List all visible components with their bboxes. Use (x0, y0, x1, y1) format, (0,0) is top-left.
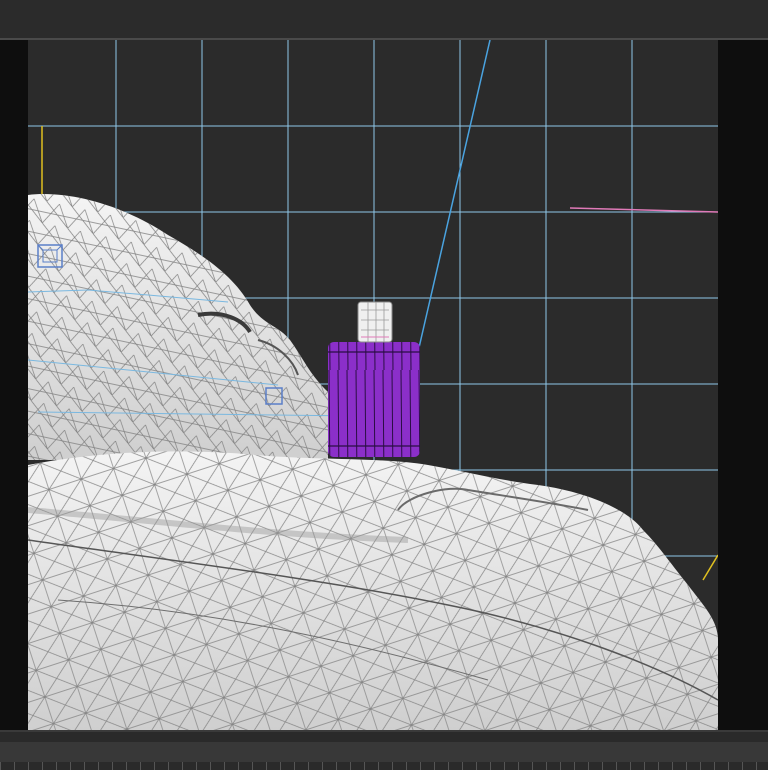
3d-viewport[interactable] (28, 40, 718, 730)
app-window (0, 0, 768, 770)
timeline-track[interactable] (0, 742, 768, 762)
bottle-cap[interactable] (357, 301, 393, 343)
timeline-ticks (0, 762, 768, 770)
timeline-bar[interactable] (0, 730, 768, 770)
viewport-canvas[interactable] (28, 40, 718, 730)
left-viewport-border (0, 40, 28, 730)
top-toolbar (0, 0, 768, 40)
right-viewport-border (718, 40, 768, 730)
